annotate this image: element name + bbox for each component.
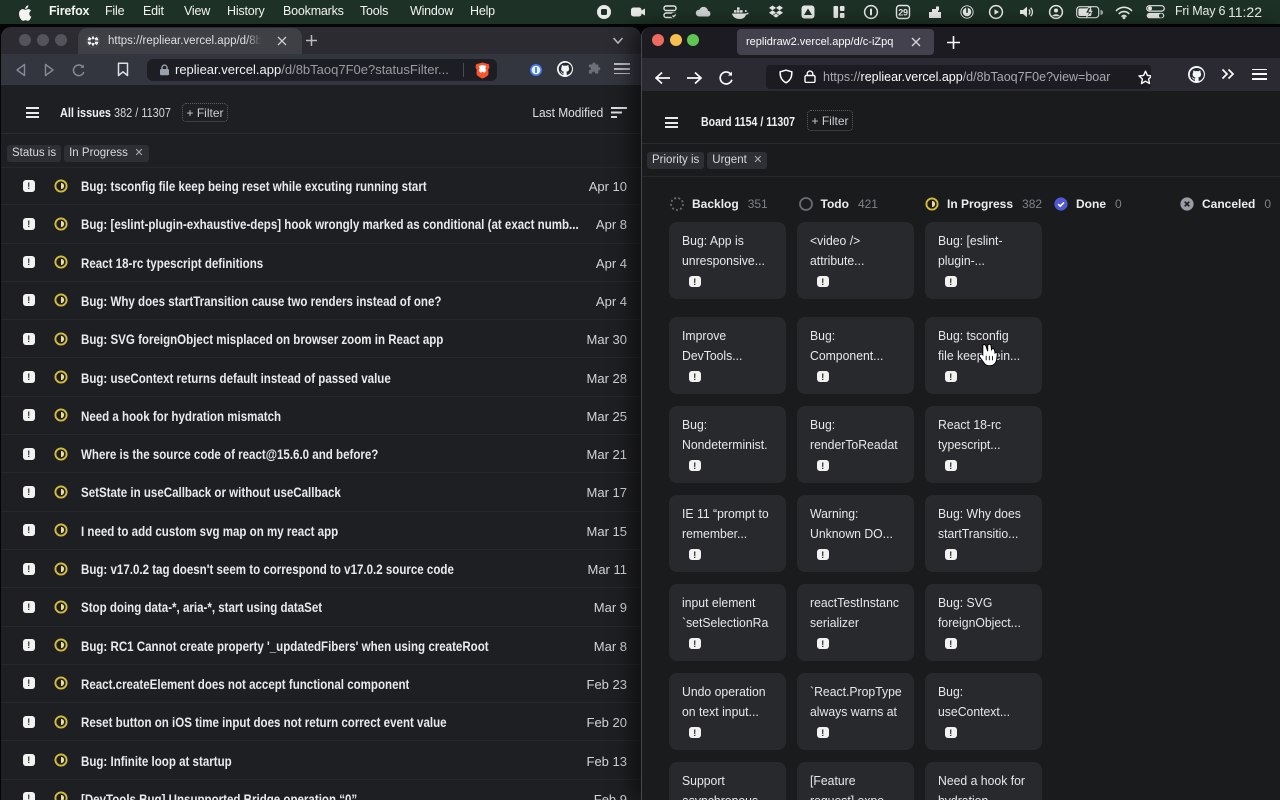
svg-text:29: 29 <box>898 8 908 18</box>
